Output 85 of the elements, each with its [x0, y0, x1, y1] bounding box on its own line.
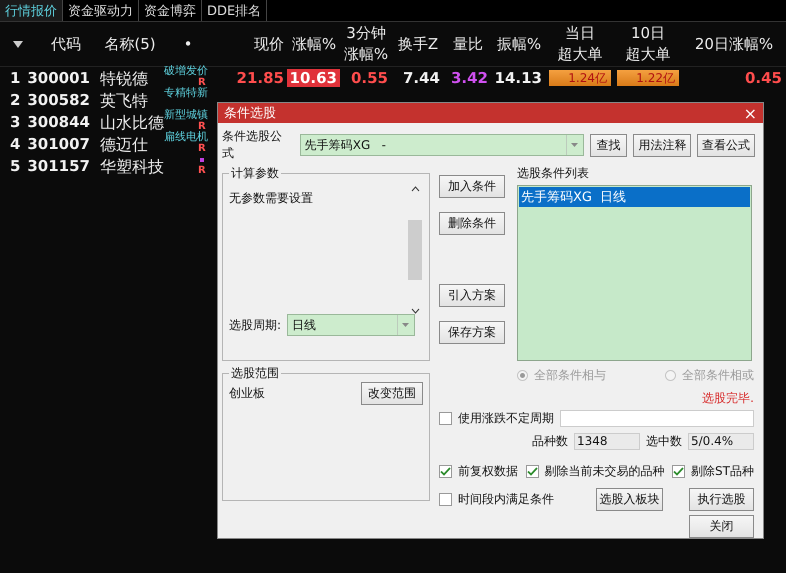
column-header[interactable]: 10日 超大单: [626, 23, 670, 65]
range-value: 创业板: [229, 385, 265, 402]
table-cell-text: 0.55: [350, 69, 389, 87]
stock-code: 300582: [27, 91, 91, 109]
dialog-title: 条件选股: [224, 105, 276, 122]
table-cell: 1.24亿: [549, 70, 611, 86]
dialog-button[interactable]: 查看公式: [697, 134, 756, 156]
radio-label: 全部条件相与: [534, 367, 606, 384]
dialog-button[interactable]: 删除条件: [439, 212, 505, 235]
stock-code: 300844: [27, 113, 91, 131]
checkbox[interactable]: [439, 493, 452, 506]
checkbox-label: 使用涨跌不定周期: [458, 410, 554, 427]
dialog-button[interactable]: 改变范围: [361, 382, 423, 405]
table-cell-text: 14.13: [494, 69, 543, 87]
column-header[interactable]: 换手Z: [398, 34, 438, 54]
list-title: 选股条件列表: [517, 165, 590, 182]
checkbox-label: 剔除ST品种: [691, 463, 754, 480]
formula-dropdown[interactable]: 先手筹码XG -: [300, 134, 584, 156]
table-cell: 1.22亿: [617, 70, 679, 86]
column-header[interactable]: 量比: [453, 34, 483, 54]
column-header[interactable]: 名称(5): [104, 34, 156, 54]
group-title: 计算参数: [230, 165, 280, 182]
list-item[interactable]: 先手筹码XG 日线: [519, 187, 750, 207]
scrollbar[interactable]: [407, 186, 423, 314]
sort-arrow-icon[interactable]: [13, 40, 23, 48]
table-cell-text: 21.85: [236, 69, 285, 87]
checkbox[interactable]: [439, 465, 452, 478]
concept-tag: 扁线电机: [164, 131, 208, 143]
checkbox[interactable]: [439, 412, 452, 425]
margin-mark: R: [198, 166, 206, 176]
stock-name: 特锐德: [99, 68, 149, 88]
period-dropdown[interactable]: 日线: [287, 314, 416, 336]
param-text: 无参数需要设置: [229, 190, 313, 207]
scroll-down-icon[interactable]: [410, 308, 420, 314]
checkbox-label: 剔除当前未交易的品种: [544, 463, 665, 480]
column-header[interactable]: 20日涨幅%: [694, 34, 774, 54]
checkbox[interactable]: [526, 465, 539, 478]
column-header[interactable]: 当日 超大单: [558, 23, 602, 65]
field-label: 品种数: [532, 433, 568, 450]
margin-mark: R: [198, 144, 206, 154]
stock-code: 301157: [27, 157, 91, 175]
dialog-button[interactable]: 执行选股: [689, 488, 754, 511]
table-cell: 10.63: [286, 69, 340, 87]
field-label: 选股周期:: [229, 316, 282, 334]
concept-tag: 新型城镇: [164, 109, 208, 121]
dialog-button[interactable]: 查找: [590, 134, 628, 156]
dialog-button[interactable]: 保存方案: [439, 321, 505, 344]
table-cell-text: 3.42: [450, 69, 489, 87]
margin-mark: R: [198, 78, 206, 88]
stock-code: 300001: [27, 69, 91, 87]
stock-name: 华塑科技: [99, 156, 164, 176]
checkbox-label: 前复权数据: [458, 463, 518, 480]
field-label: 条件选股公式: [222, 128, 283, 162]
column-header[interactable]: 振幅%: [496, 34, 542, 54]
dialog-button[interactable]: 用法注释: [633, 134, 692, 156]
stock-name: 英飞特: [99, 90, 149, 110]
dialog-button[interactable]: 关闭: [689, 515, 754, 538]
table-cell-text: 7.44: [402, 69, 441, 87]
dialog-button[interactable]: 加入条件: [439, 175, 505, 198]
table-cell-text: 0.45: [744, 69, 783, 87]
column-header[interactable]: •: [184, 34, 192, 54]
margin-mark: R: [198, 122, 206, 132]
count-field: 5/0.4%: [688, 433, 754, 450]
close-icon[interactable]: ×: [744, 104, 757, 122]
group-title: 选股范围: [230, 365, 280, 382]
scroll-up-icon[interactable]: [410, 186, 420, 192]
field-label: 选中数: [646, 433, 682, 450]
stock-code: 301007: [27, 135, 91, 153]
column-header[interactable]: 现价: [254, 34, 288, 54]
stock-name: 山水比德: [99, 112, 164, 132]
dialog-button[interactable]: 引入方案: [439, 284, 505, 307]
dialog-button[interactable]: 选股入板块: [596, 488, 663, 511]
radio-label: 全部条件相或: [682, 367, 754, 384]
concept-tag: 专精特新: [164, 87, 208, 99]
column-header[interactable]: 3分钟 涨幅%: [344, 23, 388, 65]
column-header[interactable]: 代码: [51, 34, 81, 54]
count-field: 1348: [574, 433, 640, 450]
concept-tag: 破增发价: [164, 65, 208, 77]
input-field[interactable]: [560, 410, 754, 427]
checkbox[interactable]: [672, 465, 686, 478]
checkbox-label: 时间段内满足条件: [458, 491, 554, 508]
status-text: 选股完毕.: [702, 390, 754, 407]
tab[interactable]: 行情报价: [0, 0, 63, 21]
column-header[interactable]: 涨幅%: [292, 34, 336, 54]
stock-name: 德迈仕: [99, 134, 149, 154]
